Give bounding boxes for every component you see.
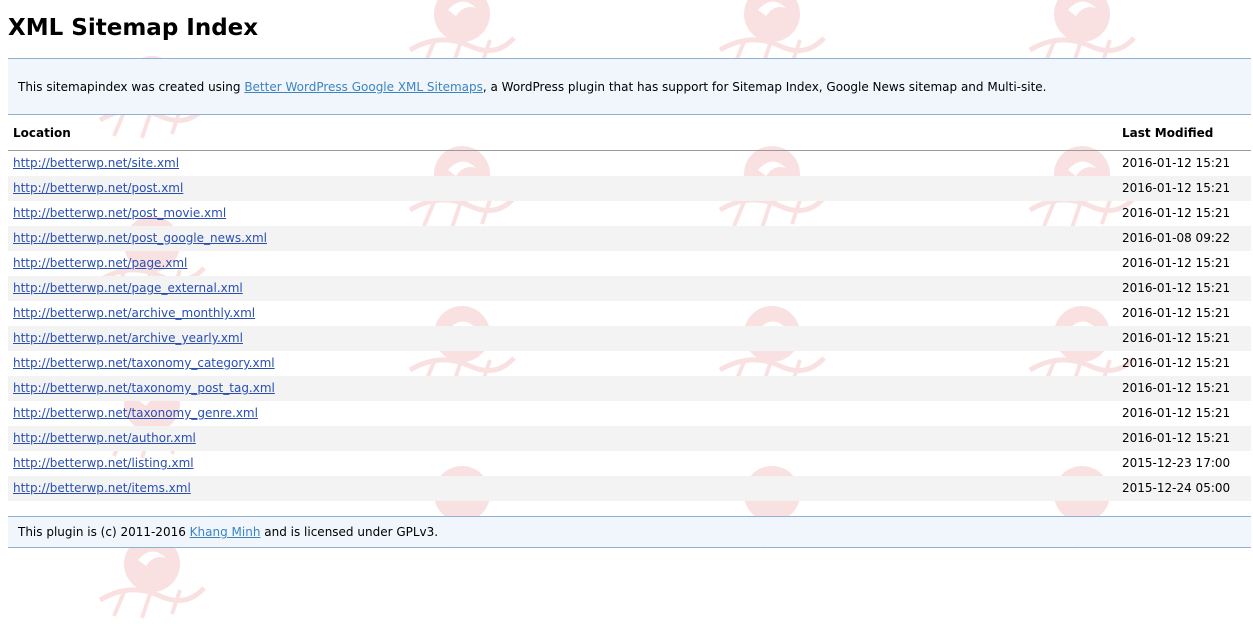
last-modified-cell: 2016-01-12 15:21 — [1122, 381, 1231, 395]
page-title: XML Sitemap Index — [8, 15, 259, 41]
sitemap-link[interactable]: http://betterwp.net/author.xml — [13, 431, 196, 445]
last-modified-cell: 2016-01-12 15:21 — [1122, 256, 1231, 270]
last-modified-cell: 2016-01-12 15:21 — [1122, 281, 1231, 295]
author-link[interactable]: Khang Minh — [190, 525, 261, 539]
last-modified-cell: 2015-12-24 05:00 — [1122, 481, 1231, 495]
footer-box: This plugin is (c) 2011-2016 Khang Minh … — [8, 516, 1251, 548]
table-row: http://betterwp.net/archive_monthly.xml 2… — [8, 301, 1251, 326]
last-modified-cell: 2016-01-12 15:21 — [1122, 431, 1231, 445]
table-row: http://betterwp.net/taxonomy_post_tag.xm… — [8, 376, 1251, 401]
sitemap-link[interactable]: http://betterwp.net/items.xml — [13, 481, 191, 495]
intro-box: This sitemapindex was created using Bett… — [8, 58, 1251, 115]
footer-prefix: This plugin is (c) 2011-2016 — [18, 525, 190, 539]
last-modified-cell: 2016-01-12 15:21 — [1122, 406, 1231, 420]
table-row: http://betterwp.net/post_google_news.xml… — [8, 226, 1251, 251]
sitemap-link[interactable]: http://betterwp.net/post_movie.xml — [13, 206, 226, 220]
sitemap-link[interactable]: http://betterwp.net/taxonomy_post_tag.xm… — [13, 381, 275, 395]
table-header: Location Last Modified — [8, 122, 1251, 151]
sitemap-link[interactable]: http://betterwp.net/archive_monthly.xml — [13, 306, 255, 320]
last-modified-cell: 2015-12-23 17:00 — [1122, 456, 1231, 470]
table-row: http://betterwp.net/post.xml 2016-01-12 1… — [8, 176, 1251, 201]
last-modified-cell: 2016-01-08 09:22 — [1122, 231, 1231, 245]
table-row: http://betterwp.net/listing.xml 2015-12-2… — [8, 451, 1251, 476]
last-modified-header: Last Modified — [1122, 126, 1214, 140]
last-modified-cell: 2016-01-12 15:21 — [1122, 331, 1231, 345]
table-row: http://betterwp.net/author.xml 2016-01-12… — [8, 426, 1251, 451]
footer-suffix: and is licensed under GPLv3. — [260, 525, 439, 539]
sitemap-link[interactable]: http://betterwp.net/taxonomy_genre.xml — [13, 406, 258, 420]
sitemap-link[interactable]: http://betterwp.net/archive_yearly.xml — [13, 331, 243, 345]
table-row: http://betterwp.net/page_external.xml 201… — [8, 276, 1251, 301]
last-modified-cell: 2016-01-12 15:21 — [1122, 156, 1231, 170]
plugin-link[interactable]: Better WordPress Google XML Sitemaps — [244, 80, 483, 94]
intro-suffix: , a WordPress plugin that has support fo… — [482, 80, 1047, 94]
last-modified-cell: 2016-01-12 15:21 — [1122, 306, 1231, 320]
location-header: Location — [13, 126, 71, 140]
last-modified-cell: 2016-01-12 15:21 — [1122, 356, 1231, 370]
table-row: http://betterwp.net/items.xml 2015-12-24 … — [8, 476, 1251, 501]
table-row: http://betterwp.net/site.xml 2016-01-12 1… — [8, 151, 1251, 176]
sitemap-link[interactable]: http://betterwp.net/listing.xml — [13, 456, 194, 470]
sitemap-table: http://betterwp.net/site.xml 2016-01-12 1… — [8, 151, 1251, 501]
intro-prefix: This sitemapindex was created using — [18, 80, 245, 94]
table-row: http://betterwp.net/taxonomy_category.xm… — [8, 351, 1251, 376]
table-row: http://betterwp.net/page.xml 2016-01-12 1… — [8, 251, 1251, 276]
table-row: http://betterwp.net/post_movie.xml 2016-0… — [8, 201, 1251, 226]
sitemap-link[interactable]: http://betterwp.net/page_external.xml — [13, 281, 243, 295]
sitemap-link[interactable]: http://betterwp.net/post_google_news.xml — [13, 231, 267, 245]
table-row: http://betterwp.net/archive_yearly.xml 20… — [8, 326, 1251, 351]
sitemap-link[interactable]: http://betterwp.net/taxonomy_category.xm… — [13, 356, 275, 370]
sitemap-link[interactable]: http://betterwp.net/site.xml — [13, 156, 179, 170]
sitemap-link[interactable]: http://betterwp.net/page.xml — [13, 256, 187, 270]
table-row: http://betterwp.net/taxonomy_genre.xml 20… — [8, 401, 1251, 426]
last-modified-cell: 2016-01-12 15:21 — [1122, 181, 1231, 195]
sitemap-link[interactable]: http://betterwp.net/post.xml — [13, 181, 183, 195]
last-modified-cell: 2016-01-12 15:21 — [1122, 206, 1231, 220]
